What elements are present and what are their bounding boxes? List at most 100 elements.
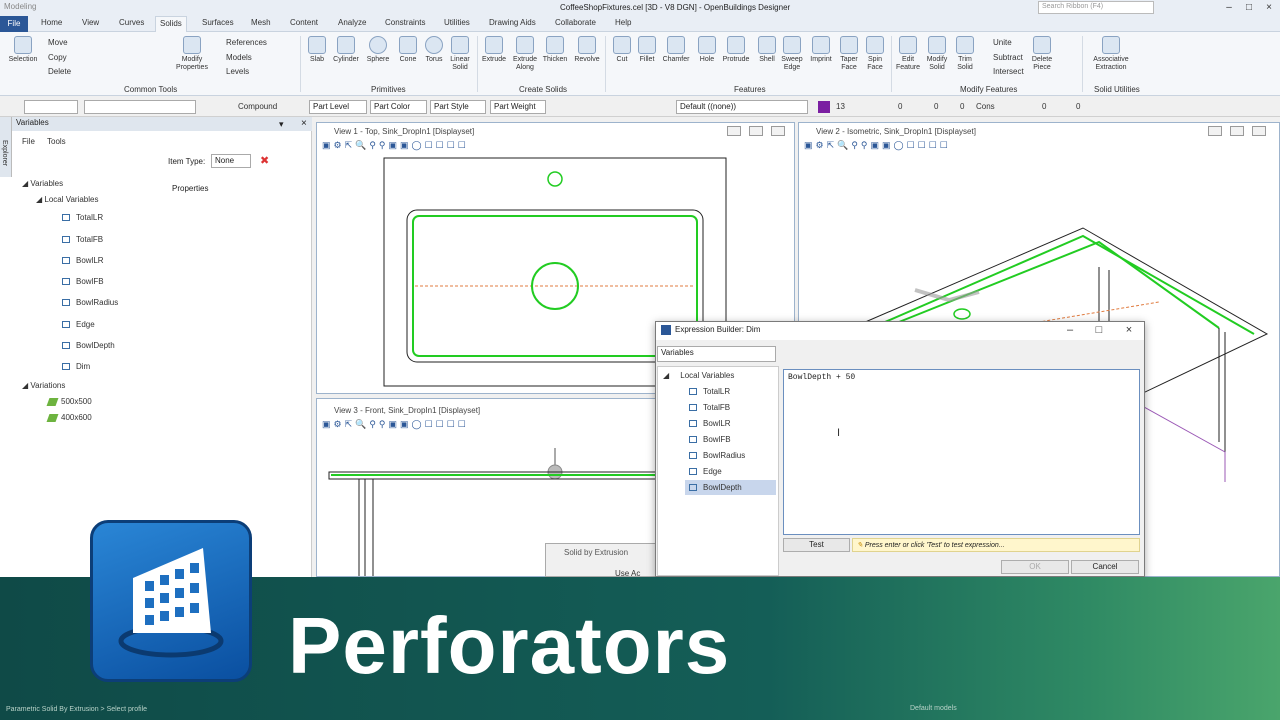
status-default-models[interactable]: Default models [910,705,957,712]
tab-help[interactable]: Help [615,18,631,27]
tree-root-variables[interactable]: ◢ Variables [22,179,63,188]
part-style-select[interactable]: Part Style [430,100,486,114]
sphere-button[interactable]: Sphere [363,36,393,64]
tab-content[interactable]: Content [290,18,318,27]
variable-item[interactable]: BowlFB [62,277,104,286]
active-style-select[interactable] [84,100,196,114]
levels-button[interactable]: Levels [226,67,249,76]
dialog-variable-item[interactable]: BowlFB [689,435,731,444]
view-3-toolbar[interactable]: ▣⚙⇱🔍⚲⚲▣▣◯☐☐☐☐ [322,419,469,431]
variation-item[interactable]: 400x600 [46,413,92,422]
variation-item[interactable]: 500x500 [46,397,92,406]
variable-item[interactable]: BowlLR [62,256,104,265]
display-style-select[interactable]: Default ((none)) [676,100,808,114]
thicken-button[interactable]: Thicken [540,36,570,64]
tree-variations[interactable]: ◢ Variations [22,381,65,390]
variable-item[interactable]: TotalLR [62,213,103,222]
references-button[interactable]: References [226,38,267,47]
ribbon-search-input[interactable]: Search Ribbon (F4) [1038,1,1154,14]
tab-drawing-aids[interactable]: Drawing Aids [489,18,536,27]
view-2-maximize-button[interactable] [1230,126,1244,136]
protrude-button[interactable]: Protrude [721,36,751,64]
view-2-close-button[interactable] [1252,126,1266,136]
panel-close-icon[interactable]: × [301,118,307,129]
dialog-close-icon[interactable]: × [1114,321,1144,339]
edit-feature-button[interactable]: Edit Feature [893,36,923,72]
constraints-button[interactable]: Cons [976,102,995,111]
dialog-maximize-icon[interactable]: □ [1084,321,1114,339]
view-1-maximize-button[interactable] [749,126,763,136]
view-1-close-button[interactable] [771,126,785,136]
extrude-along-button[interactable]: Extrude Along [510,36,540,72]
delete-piece-button[interactable]: Delete Piece [1027,36,1057,72]
cylinder-button[interactable]: Cylinder [331,36,361,64]
cancel-button[interactable]: Cancel [1071,560,1139,574]
variable-item[interactable]: TotalFB [62,235,103,244]
tab-collaborate[interactable]: Collaborate [555,18,596,27]
dialog-variable-item[interactable]: Edge [689,467,722,476]
quick-access-toolbar[interactable]: Modeling [4,2,36,11]
unite-button[interactable]: Unite [993,38,1012,47]
part-weight-select[interactable]: Part Weight [490,100,546,114]
variable-item[interactable]: BowlDepth [62,341,115,350]
revolve-button[interactable]: Revolve [572,36,602,64]
linear-solid-button[interactable]: Linear Solid [445,36,475,72]
item-type-select[interactable]: None [211,154,251,168]
tab-file[interactable]: File [0,16,28,32]
delete-item-icon[interactable]: ✖ [260,154,269,167]
test-button[interactable]: Test [783,538,850,552]
tab-curves[interactable]: Curves [119,18,144,27]
tab-view[interactable]: View [82,18,99,27]
models-button[interactable]: Models [226,53,252,62]
maximize-icon[interactable]: □ [1240,0,1258,16]
compound-checkbox[interactable]: Compound [238,102,277,111]
tab-surfaces[interactable]: Surfaces [202,18,234,27]
chamfer-button[interactable]: Chamfer [661,36,691,64]
variables-menu-tools[interactable]: Tools [47,137,66,146]
tab-solids[interactable]: Solids [155,16,187,32]
tab-mesh[interactable]: Mesh [251,18,271,27]
modify-solid-button[interactable]: Modify Solid [922,36,952,72]
imprint-button[interactable]: Imprint [806,36,836,64]
view-1-toolbar[interactable]: ▣⚙⇱🔍⚲⚲▣▣◯☐☐☐☐ [322,140,469,152]
tab-constraints[interactable]: Constraints [385,18,425,27]
copy-button[interactable]: Copy [48,53,67,62]
expression-input[interactable]: BowlDepth + 50 [783,369,1140,535]
part-level-select[interactable]: Part Level [309,100,367,114]
tab-utilities[interactable]: Utilities [444,18,470,27]
trim-solid-button[interactable]: Trim Solid [950,36,980,72]
view-2-toolbar[interactable]: ▣⚙⇱🔍⚲⚲▣▣◯☐☐☐☐ [804,140,951,152]
variables-menu-file[interactable]: File [22,137,35,146]
dialog-variable-item[interactable]: TotalFB [689,403,730,412]
spin-face-button[interactable]: Spin Face [860,36,890,72]
view-2-minimize-button[interactable] [1208,126,1222,136]
tree-local-variables[interactable]: ◢ Local Variables [36,195,98,204]
dialog-variable-item[interactable]: TotalLR [689,387,730,396]
dialog-tree-local-variables[interactable]: ◢ Local Variables [663,371,734,380]
sweep-edge-button[interactable]: Sweep Edge [777,36,807,72]
explorer-label[interactable]: Explorer [1,140,8,166]
view-1-minimize-button[interactable] [727,126,741,136]
tab-home[interactable]: Home [41,18,62,27]
variable-item[interactable]: BowlRadius [62,298,118,307]
ok-button[interactable]: OK [1001,560,1069,574]
extrude-button[interactable]: Extrude [479,36,509,64]
variables-dropdown[interactable]: Variables [657,346,776,362]
delete-button[interactable]: Delete [48,67,71,76]
slab-button[interactable]: Slab [302,36,332,64]
associative-extraction-button[interactable]: Associative Extraction [1088,36,1134,72]
dialog-variable-item-selected[interactable]: BowlDepth [689,483,742,492]
fillet-button[interactable]: Fillet [632,36,662,64]
dialog-variable-item[interactable]: BowlLR [689,419,731,428]
active-color-swatch[interactable] [818,101,830,113]
minimize-icon[interactable]: – [1220,0,1238,16]
variable-item[interactable]: Dim [62,362,90,371]
dialog-variable-item[interactable]: BowlRadius [689,451,745,460]
close-icon[interactable]: × [1260,0,1278,16]
modify-properties-button[interactable]: Modify Properties [174,36,210,72]
active-level-select[interactable] [24,100,78,114]
hole-button[interactable]: Hole [692,36,722,64]
tab-analyze[interactable]: Analyze [338,18,366,27]
panel-pin-icon[interactable]: ▾ [279,119,284,130]
move-button[interactable]: Move [48,38,68,47]
